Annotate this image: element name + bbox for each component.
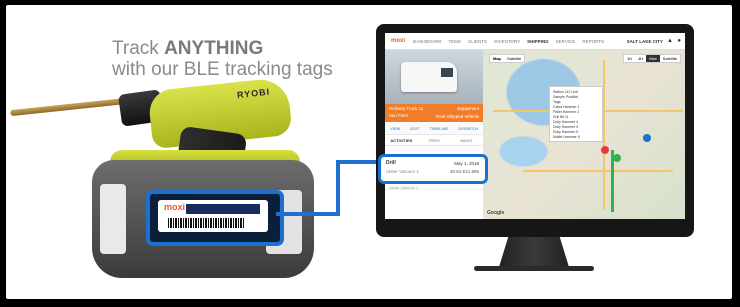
vehicle-photo — [385, 50, 483, 104]
tab-maint[interactable]: MAINT — [450, 138, 483, 143]
map-pin-icon[interactable] — [643, 134, 651, 142]
range-satellite[interactable]: Satellite — [660, 55, 680, 62]
user-icon[interactable]: ● — [677, 38, 681, 44]
nav-inventory[interactable]: INVENTORY — [494, 39, 520, 44]
ble-tag-highlight: moxi — [146, 190, 284, 246]
map-type-toggle: Map Satellite — [489, 54, 526, 63]
tag-band — [186, 204, 260, 214]
connector-line-top — [336, 160, 378, 164]
time-range-toggle: 1H 4H Max Satellite — [622, 54, 681, 63]
monitor: moxi DASHBOARD TEMS CLIENTS INVENTORY SH… — [376, 24, 694, 237]
map-type-satellite[interactable]: Satellite — [504, 55, 524, 62]
google-logo: Google — [487, 210, 505, 216]
map-road — [603, 60, 605, 210]
bell-icon[interactable]: ▲ — [667, 38, 673, 44]
action-timeline[interactable]: TIMELINE — [430, 126, 448, 131]
action-view[interactable]: VIEW — [390, 126, 400, 131]
vehicle-name: Delivery Truck 11 — [389, 106, 424, 111]
tab-activities[interactable]: ACTIVITIES — [385, 138, 418, 143]
monitor-base — [474, 266, 594, 271]
popup-line: Mallet Hammer 6 — [553, 135, 580, 139]
headline-bold: ANYTHING — [164, 38, 264, 59]
headline: Track ANYTHING with our BLE tracking tag… — [112, 38, 333, 80]
nav-reports[interactable]: REPORTS — [582, 39, 604, 44]
asset-panel: Delivery Truck 11 Van Fleet Equipment Fl… — [385, 50, 483, 219]
action-edit[interactable]: EDIT — [410, 126, 419, 131]
van-image — [401, 62, 457, 92]
map-popup: Station 112 Unit Sample Position Tags: G… — [549, 86, 603, 142]
nav-items[interactable]: TEMS — [449, 39, 462, 44]
ble-tag: moxi — [158, 200, 268, 232]
app-topbar: moxi DASHBOARD TEMS CLIENTS INVENTORY SH… — [385, 33, 685, 50]
tag-logo: moxi — [164, 202, 186, 212]
nav-clients[interactable]: CLIENTS — [468, 39, 487, 44]
callout-title: Drill — [386, 160, 396, 166]
map-pin-icon[interactable] — [613, 154, 621, 162]
connector-line — [276, 212, 338, 216]
vehicle-category2: Fleet Shipped Vehicle — [435, 114, 479, 119]
vehicle-header: Delivery Truck 11 Van Fleet Equipment Fl… — [385, 104, 483, 122]
callout-coords: 40.64 E11.996 — [450, 169, 479, 174]
vehicle-category: Equipment — [457, 106, 479, 111]
list-item-sub: Ulster Vacuum 1 — [389, 185, 419, 190]
connector-line-vertical — [336, 160, 340, 216]
headline-prefix: Track — [112, 38, 165, 59]
headline-line2: with our BLE tracking tags — [112, 59, 333, 80]
app-logo[interactable]: moxi — [391, 38, 405, 44]
tag-barcode — [168, 218, 244, 228]
range-4h[interactable]: 4H — [635, 55, 646, 62]
battery-label-left — [100, 184, 126, 254]
map-type-map[interactable]: Map — [490, 55, 504, 62]
callout-date: May 1, 2018 — [454, 161, 479, 166]
action-dispatch[interactable]: DISPATCH — [458, 126, 478, 131]
nav-shipping[interactable]: SHIPPING — [527, 39, 549, 44]
vehicle-actions: VIEW EDIT TIMELINE DISPATCH — [385, 122, 483, 135]
tab-trips[interactable]: TRIPS — [418, 138, 451, 143]
app-screen: moxi DASHBOARD TEMS CLIENTS INVENTORY SH… — [385, 33, 685, 219]
map-view[interactable]: Map Satellite 1H 4H Max Satellite Statio… — [483, 50, 685, 219]
panel-tabs: ACTIVITIES TRIPS MAINT — [385, 135, 483, 146]
city-selector[interactable]: SALT LAKE CITY — [627, 39, 663, 44]
drill-brand: RYOBI — [236, 86, 271, 101]
nav-service[interactable]: SERVICE — [556, 39, 576, 44]
map-pin-icon[interactable] — [601, 146, 609, 154]
range-1h[interactable]: 1H — [624, 55, 635, 62]
nav-dashboard[interactable]: DASHBOARD — [413, 39, 442, 44]
callout-card: Drill May 1, 2018 Ulster Vacuum 1 40.64 … — [378, 154, 488, 184]
range-max[interactable]: Max — [646, 55, 660, 62]
map-road — [523, 170, 673, 172]
